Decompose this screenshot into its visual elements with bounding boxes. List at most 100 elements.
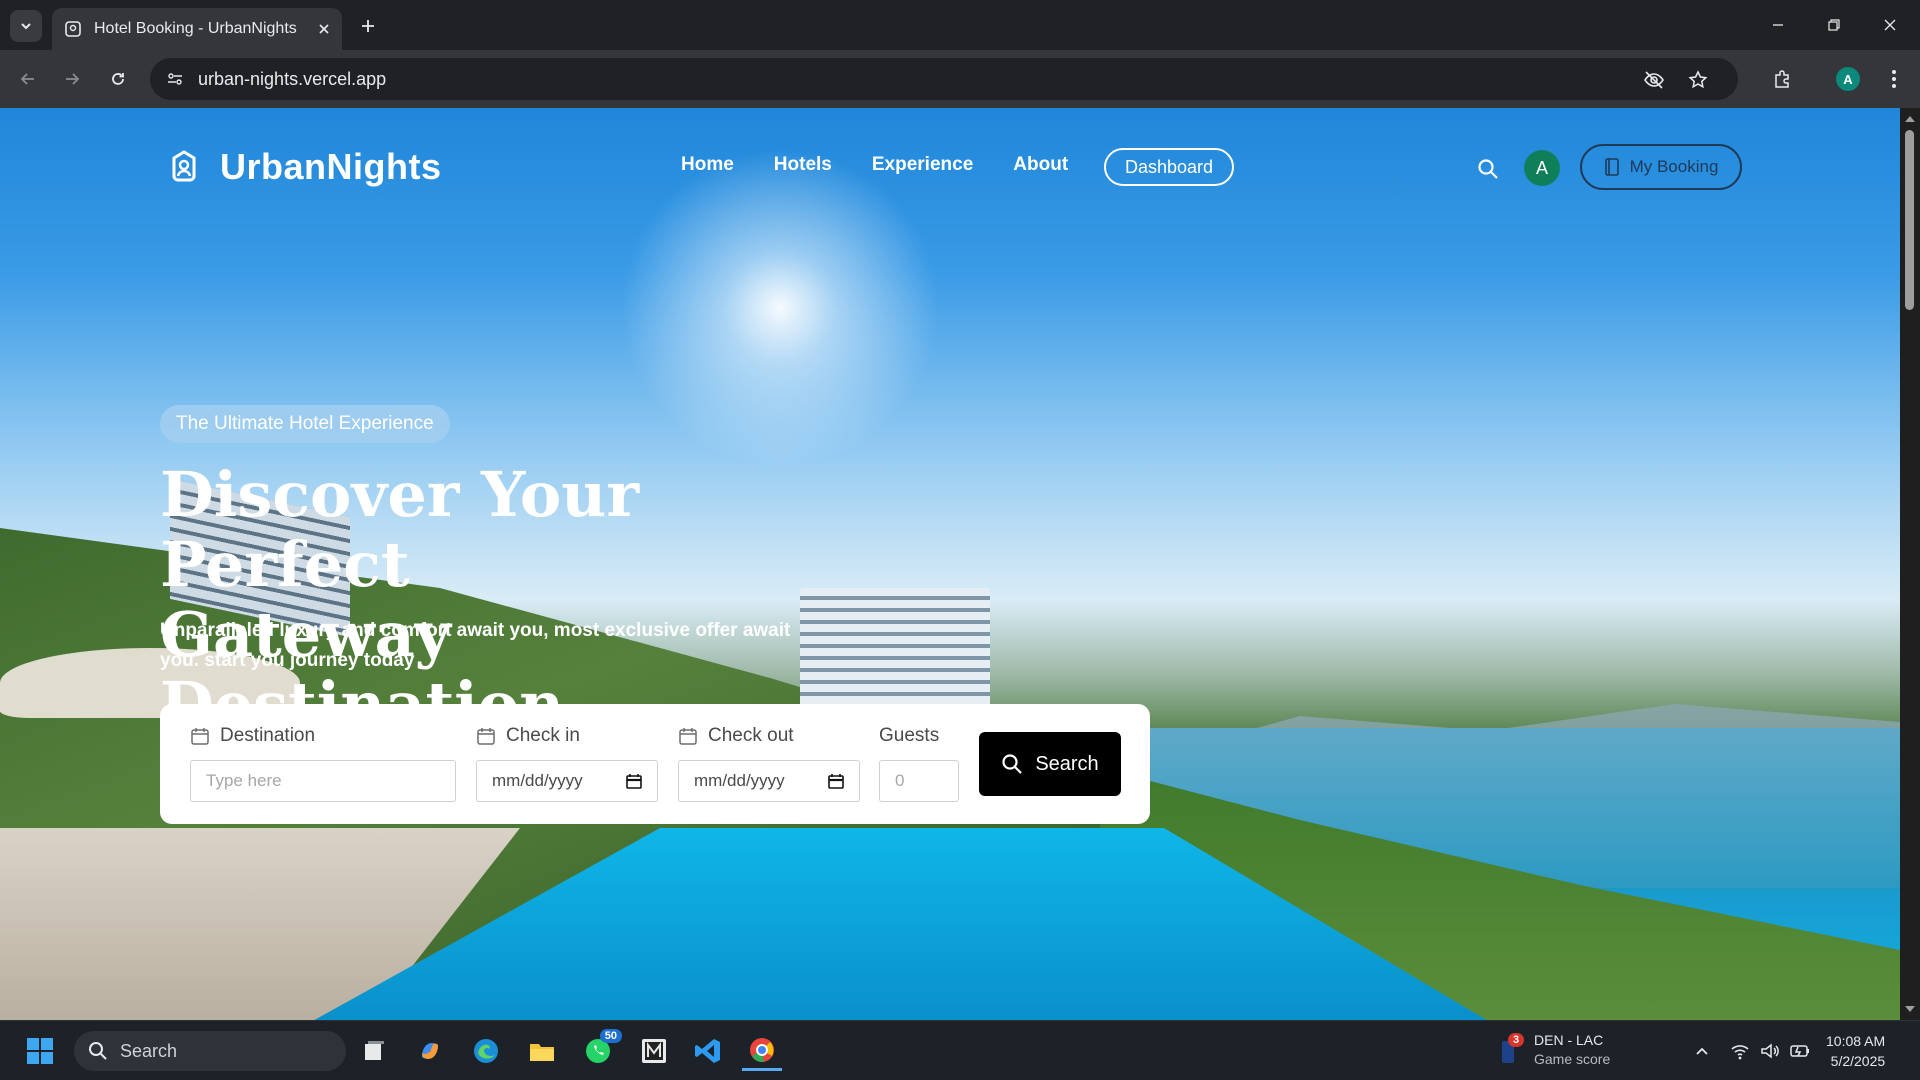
clock-time: 10:08 AM — [1826, 1033, 1886, 1049]
edge-button[interactable] — [466, 1031, 506, 1071]
system-clock[interactable]: 10:08 AM 5/2/2025 — [1826, 1031, 1885, 1071]
page-scrollbar[interactable] — [1900, 108, 1920, 1020]
minimize-button[interactable] — [1750, 0, 1806, 50]
show-hidden-icons-button[interactable] — [1690, 1039, 1714, 1063]
chrome-icon — [750, 1037, 774, 1062]
date-picker-icon[interactable] — [626, 773, 642, 789]
user-avatar[interactable]: A — [1524, 150, 1560, 186]
kebab-menu-icon — [1892, 70, 1896, 88]
checkin-label: Check in — [506, 725, 580, 746]
tab-search-button[interactable] — [10, 10, 42, 42]
hero-title-line1: Discover Your Perfect — [160, 458, 640, 601]
volume-icon — [1761, 1043, 1779, 1059]
copilot-button[interactable] — [410, 1031, 450, 1071]
task-view-button[interactable] — [354, 1031, 394, 1071]
close-tab-icon[interactable] — [318, 23, 330, 35]
checkout-value: mm/dd/yyyy — [694, 771, 785, 790]
score-badge: 3 — [1508, 1033, 1525, 1047]
reload-button[interactable] — [102, 63, 134, 95]
booking-form: Destination Type here Check in mm/dd/yyy… — [160, 704, 1150, 824]
minimize-icon — [1773, 24, 1783, 26]
extensions-button[interactable] — [1766, 63, 1798, 95]
profile-button[interactable]: A — [1832, 63, 1864, 95]
score-subtitle: Game score — [1534, 1051, 1611, 1067]
guests-field: Guests 0 — [879, 724, 959, 802]
taskbar-search[interactable]: Search — [74, 1031, 346, 1071]
scroll-up-icon[interactable] — [1900, 112, 1920, 126]
checkin-label-row: Check in — [476, 724, 658, 748]
chevron-down-icon — [21, 23, 31, 30]
battery-icon — [1790, 1045, 1809, 1057]
brand-name: UrbanNights — [220, 146, 442, 187]
search-icon — [89, 1042, 107, 1060]
puzzle-icon — [1775, 70, 1789, 88]
vscode-button[interactable] — [688, 1031, 728, 1071]
destination-placeholder: Type here — [206, 771, 282, 790]
url-text: urban-nights.vercel.app — [198, 68, 387, 89]
destination-input[interactable]: Type here — [190, 760, 456, 802]
back-button[interactable] — [12, 63, 44, 95]
page-viewport: UrbanNights Home Hotels Experience About… — [0, 108, 1900, 1020]
close-window-button[interactable] — [1862, 0, 1918, 50]
forward-button[interactable] — [56, 63, 88, 95]
profile-avatar: A — [1836, 67, 1860, 91]
copilot-icon — [422, 1043, 438, 1059]
browser-menu-button[interactable] — [1878, 63, 1910, 95]
search-icon — [1002, 754, 1023, 774]
app-button[interactable] — [634, 1031, 674, 1071]
search-button[interactable]: Search — [979, 732, 1121, 796]
scroll-down-icon[interactable] — [1900, 1002, 1920, 1016]
dashboard-button[interactable]: Dashboard — [1104, 148, 1234, 186]
hero-badge: The Ultimate Hotel Experience — [160, 405, 450, 443]
browser-tab-bar: Hotel Booking - UrbanNights — [0, 0, 1920, 50]
app-icon — [642, 1039, 666, 1063]
chrome-button[interactable] — [742, 1031, 782, 1071]
destination-field: Destination Type here — [190, 724, 456, 802]
nav-hotels[interactable]: Hotels — [774, 154, 832, 176]
start-button[interactable] — [20, 1031, 60, 1071]
vscode-icon — [695, 1039, 720, 1063]
score-title: DEN - LAC — [1534, 1032, 1604, 1048]
checkin-input[interactable]: mm/dd/yyyy — [476, 760, 658, 802]
checkout-label: Check out — [708, 725, 794, 746]
destination-label-row: Destination — [190, 724, 456, 748]
file-explorer-button[interactable] — [522, 1031, 562, 1071]
wifi-button[interactable] — [1728, 1039, 1752, 1063]
checkout-input[interactable]: mm/dd/yyyy — [678, 760, 860, 802]
browser-tab[interactable]: Hotel Booking - UrbanNights — [52, 8, 342, 50]
main-nav: Home Hotels Experience About — [681, 154, 1068, 176]
checkout-field: Check out mm/dd/yyyy — [678, 724, 860, 802]
tab-title: Hotel Booking - UrbanNights — [94, 20, 297, 37]
restore-icon — [1828, 19, 1840, 31]
volume-button[interactable] — [1758, 1039, 1782, 1063]
whatsapp-button[interactable]: 50 — [578, 1029, 622, 1071]
eye-off-icon[interactable] — [1640, 66, 1668, 94]
date-picker-icon[interactable] — [828, 773, 844, 789]
guests-placeholder: 0 — [895, 771, 905, 790]
nav-home[interactable]: Home — [681, 154, 734, 176]
bookmark-star-icon[interactable] — [1684, 66, 1712, 94]
logo-icon — [172, 150, 196, 182]
windows-taskbar: Search 50 3 DEN - LAC Game score 10:08 A… — [0, 1020, 1920, 1080]
nba-icon: 3 — [1500, 1033, 1525, 1065]
whatsapp-badge: 50 — [599, 1029, 622, 1043]
guests-label-row: Guests — [879, 724, 959, 748]
site-logo[interactable]: UrbanNights — [168, 146, 442, 188]
guests-input[interactable]: 0 — [879, 760, 959, 802]
hero-background-sun — [620, 148, 940, 468]
checkin-value: mm/dd/yyyy — [492, 771, 583, 790]
nav-about[interactable]: About — [1013, 154, 1068, 176]
new-tab-button[interactable] — [354, 12, 382, 40]
scroll-thumb[interactable] — [1905, 130, 1914, 310]
checkout-label-row: Check out — [678, 724, 860, 748]
arrow-left-icon — [20, 73, 34, 85]
address-bar[interactable]: urban-nights.vercel.app — [150, 58, 1738, 100]
battery-button[interactable] — [1788, 1039, 1812, 1063]
calendar-icon — [679, 728, 697, 745]
game-score-widget[interactable]: 3 DEN - LAC Game score — [1500, 1031, 1610, 1069]
search-icon — [1478, 159, 1498, 179]
my-booking-button[interactable]: My Booking — [1580, 144, 1742, 190]
nav-experience[interactable]: Experience — [872, 154, 973, 176]
site-search-button[interactable] — [1473, 154, 1503, 184]
restore-button[interactable] — [1806, 0, 1862, 50]
